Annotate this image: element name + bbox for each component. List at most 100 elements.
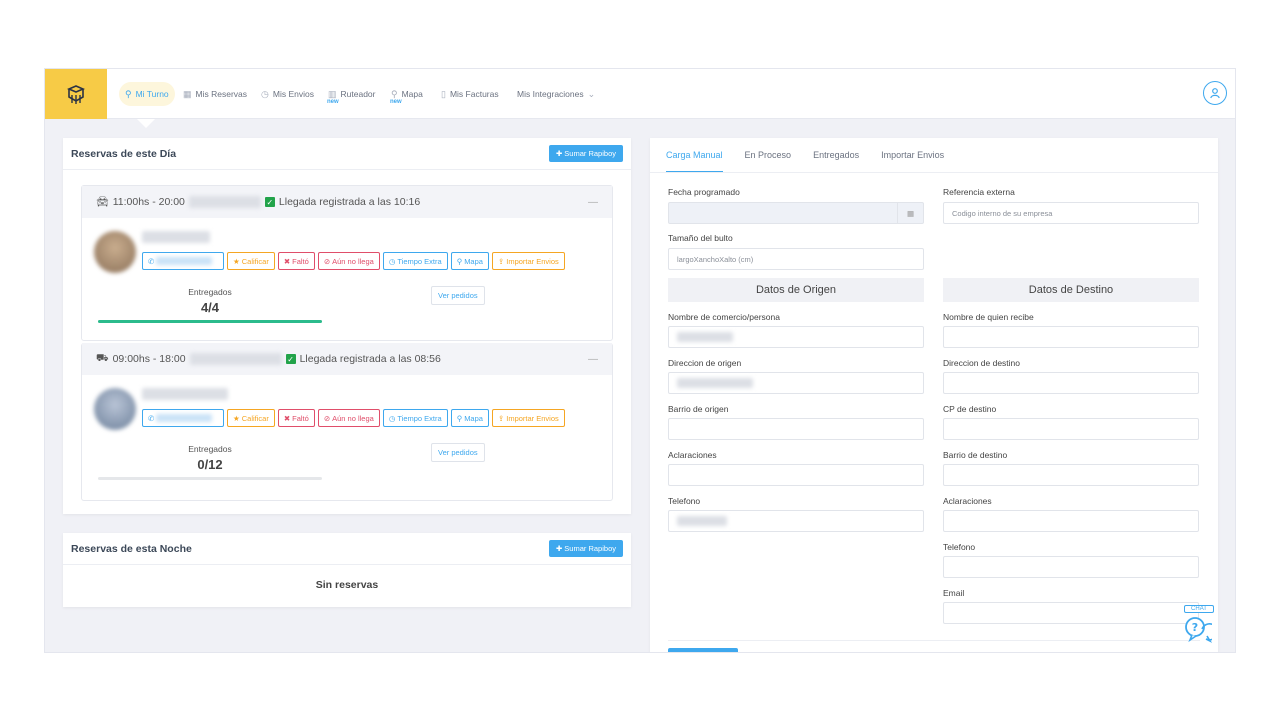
car-icon: 🚘︎ [96,196,109,208]
clock-icon: ◷ [261,88,269,99]
tab-en-proceso[interactable]: En Proceso [745,150,792,173]
tamano-label: Tamaño del bulto [668,233,733,243]
destino-nombre-input[interactable] [943,326,1199,348]
driver-fullname-redacted [142,231,210,243]
origen-aclaraciones-input[interactable] [668,464,924,486]
pin-icon: ⚲ [456,413,463,423]
collapse-icon[interactable]: — [588,354,598,365]
phone-button[interactable]: ✆ [142,409,224,427]
referencia-label: Referencia externa [943,187,1015,197]
reserva-item: ⛟ 09:00hs - 18:00 ✓ Llegada registrada a… [81,343,613,501]
top-navbar: ⚲ Mi Turno ▦ Mis Reservas ◷ Mis Envios ▥ Rut… [45,69,1235,119]
origen-telefono-input[interactable] [668,510,924,532]
user-account-icon[interactable] [1203,81,1227,105]
calendar-icon[interactable]: ▦ [897,203,923,223]
ver-pedidos-button[interactable]: Ver pedidos [431,286,485,305]
nav-mis-reservas[interactable]: ▦ Mis Reservas [183,82,247,106]
clock-icon: ⊘ [323,413,331,423]
calendar-icon: ▦ [183,88,192,99]
nav-mi-turno[interactable]: ⚲ Mi Turno [119,82,175,106]
origen-barrio-input[interactable] [668,418,924,440]
destino-direccion-label: Direccion de destino [943,358,1021,368]
referencia-input[interactable]: Codigo interno de su empresa [943,202,1199,224]
destino-cp-input[interactable] [943,418,1199,440]
nav-mis-integraciones[interactable]: Mis Integraciones ⌄ [517,82,595,106]
destino-aclaraciones-label: Aclaraciones [943,496,992,506]
driver-name-redacted [189,353,282,365]
delivery-progress-bar [98,320,322,323]
aun-no-llega-button[interactable]: ⊘ Aún no llega [317,409,380,427]
falto-button[interactable]: ✖ Faltó [277,409,315,427]
plus-icon: ✚ [556,149,563,158]
tab-carga-manual[interactable]: Carga Manual [666,150,723,173]
calificar-button[interactable]: ★ Calificar [227,252,275,270]
pin-icon: ⚲ [391,88,398,99]
destino-barrio-input[interactable] [943,464,1199,486]
origen-direccion-label: Direccion de origen [668,358,742,368]
destino-email-label: Email [943,588,965,598]
fecha-input[interactable]: ▦ [668,202,924,224]
entregados-stat: Entregados 0/12 [98,444,322,472]
tiempo-extra-button[interactable]: ◷ Tiempo Extra [382,252,448,270]
action-chips: ✆ ★ Calificar ✖ Faltó ⊘ Aún no llega ◷ Tiemp… [142,252,565,270]
origen-telefono-label: Telefono [668,496,701,506]
destino-section-title: Datos de Destino [943,278,1199,302]
new-badge: new [327,99,339,105]
reservas-noche-card: Reservas de esta Noche ✚ Sumar Rapiboy Si… [63,533,631,607]
document-icon: ▯ [441,88,446,99]
reserva-header[interactable]: 🚘︎ 11:00hs - 20:00 ✓ Llegada registrada … [82,186,612,218]
tab-importar-envios[interactable]: Importar Envios [881,150,944,173]
reservas-noche-title: Reservas de esta Noche [71,542,192,555]
destino-telefono-input[interactable] [943,556,1199,578]
origen-aclaraciones-label: Aclaraciones [668,450,717,460]
clock-icon: ⊘ [323,256,331,266]
origen-nombre-label: Nombre de comercio/persona [668,312,780,322]
nav-mis-envios[interactable]: ◷ Mis Envios [261,82,314,106]
origen-barrio-label: Barrio de origen [668,404,729,414]
origen-nombre-input[interactable] [668,326,924,348]
chat-help-icon: ? [1185,617,1219,643]
origen-direccion-input[interactable] [668,372,924,394]
falto-button[interactable]: ✖ Faltó [277,252,315,270]
timer-icon: ◷ [388,413,396,423]
progress-fill [98,320,322,323]
sumar-rapiboy-button[interactable]: ✚ Sumar Rapiboy [549,145,623,162]
nav-mis-facturas[interactable]: ▯ Mis Facturas [441,82,499,106]
entregados-count: 4/4 [200,300,220,315]
importar-envios-button[interactable]: ⇪ Importar Envios [491,252,565,270]
tabs-divider [650,172,1218,173]
ver-pedidos-button[interactable]: Ver pedidos [431,443,485,462]
calificar-button[interactable]: ★ Calificar [227,409,275,427]
destino-aclaraciones-input[interactable] [943,510,1199,532]
mapa-button[interactable]: ⚲ Mapa [450,409,489,427]
reservas-dia-title: Reservas de este Día [71,147,177,160]
destino-direccion-input[interactable] [943,372,1199,394]
form-tabs: Carga Manual En Proceso Entregados Impor… [666,150,944,173]
upload-icon: ⇪ [497,413,505,423]
app-window: ⚲ Mi Turno ▦ Mis Reservas ◷ Mis Envios ▥ Rut… [44,68,1236,653]
check-icon: ✓ [264,197,275,207]
brand-logo[interactable] [45,69,107,119]
mapa-button[interactable]: ⚲ Mapa [450,252,489,270]
sumar-rapiboy-button[interactable]: ✚ Sumar Rapiboy [549,540,623,557]
driver-fullname-redacted [142,388,228,400]
tiempo-extra-button[interactable]: ◷ Tiempo Extra [382,409,448,427]
collapse-icon[interactable]: — [588,197,598,208]
destino-email-input[interactable] [943,602,1199,624]
submit-button[interactable] [668,648,738,652]
x-icon: ✖ [283,256,291,266]
aun-no-llega-button[interactable]: ⊘ Aún no llega [317,252,380,270]
chat-widget[interactable]: CHAT ? [1184,605,1219,647]
reserva-time: 09:00hs - 18:00 [112,353,186,365]
importar-envios-button[interactable]: ⇪ Importar Envios [491,409,565,427]
tamano-input[interactable]: largoXanchoXalto (cm) [668,248,924,270]
reservas-dia-card: Reservas de este Día ✚ Sumar Rapiboy 🚘︎ 1… [63,138,631,514]
phone-button[interactable]: ✆ [142,252,224,270]
pin-icon: ⚲ [456,256,463,266]
destino-cp-label: CP de destino [943,404,997,414]
bike-icon: ⚲ [125,88,132,99]
tab-entregados[interactable]: Entregados [813,150,859,173]
driver-name-redacted [188,196,261,208]
plus-icon: ✚ [556,544,563,553]
reserva-header[interactable]: ⛟ 09:00hs - 18:00 ✓ Llegada registrada a… [82,343,612,375]
